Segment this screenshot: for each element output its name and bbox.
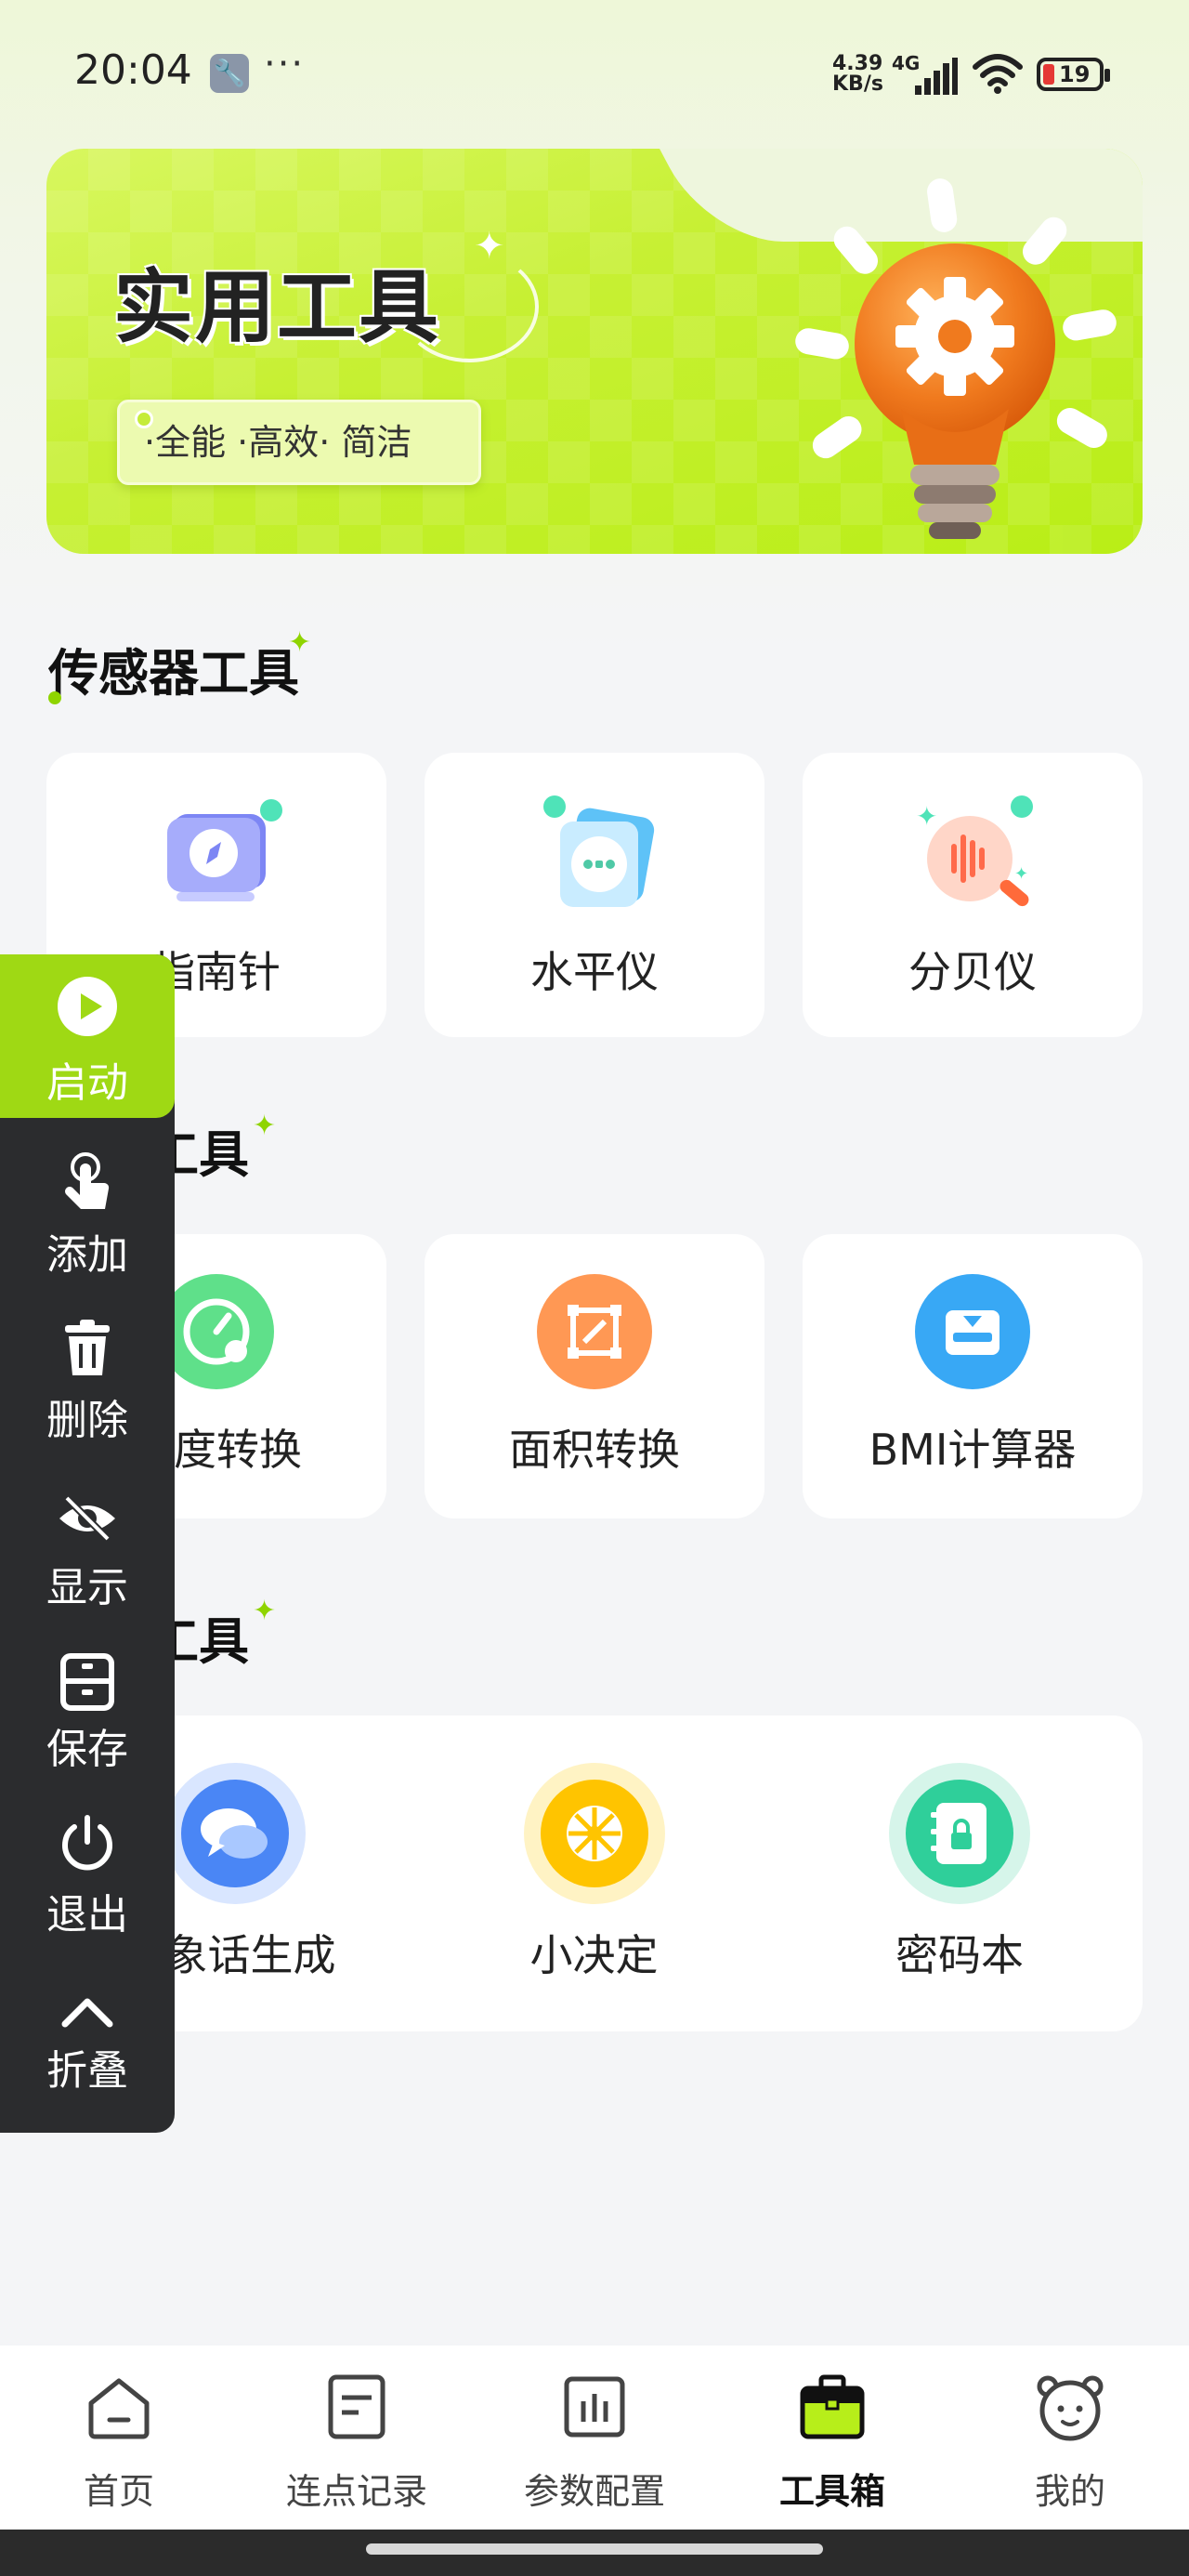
nav-label: 参数配置 xyxy=(523,2471,665,2512)
signal-icon xyxy=(915,58,958,95)
save-button[interactable]: 保存 xyxy=(0,1650,175,1781)
power-icon xyxy=(62,1815,112,1871)
sparkle-icon: ✦ xyxy=(474,225,505,268)
compass-icon xyxy=(167,799,282,901)
tool-label: 水平仪 xyxy=(530,947,659,997)
chip-dot xyxy=(135,410,153,428)
tool-label: 面积转换 xyxy=(509,1425,680,1475)
section-title-sensor: 传感器工具 xyxy=(48,644,299,703)
speed-value: 4.39 xyxy=(832,52,883,75)
delete-button[interactable]: 删除 xyxy=(0,1316,175,1446)
notebook-lock-icon xyxy=(889,1763,1030,1904)
status-bar: 20:04 🔧 ··· 4.39 KB/s 4G 19 xyxy=(0,0,1189,149)
wifi-icon xyxy=(973,54,1023,94)
banner-tagline: ·全能 ·高效· 简洁 xyxy=(117,400,481,485)
exit-label: 退出 xyxy=(46,1891,128,1939)
lightbulb-gear-icon xyxy=(795,178,1117,539)
nav-label-active: 工具箱 xyxy=(778,2471,885,2512)
tool-label: BMI计算器 xyxy=(869,1425,1077,1475)
tool-label: 分贝仪 xyxy=(908,947,1037,997)
more-dots: ··· xyxy=(264,43,306,85)
wheel-icon xyxy=(524,1763,665,1904)
tool-label: 小决定 xyxy=(529,1930,659,1980)
start-button[interactable]: 启动 xyxy=(0,954,175,1118)
banner-title: 实用工具 xyxy=(113,261,440,354)
svg-text:✦: ✦ xyxy=(1014,864,1028,884)
start-label: 启动 xyxy=(46,1059,128,1107)
sparkle-icon: ✦ xyxy=(253,1110,277,1142)
add-button[interactable]: 添加 xyxy=(0,1149,175,1294)
delete-label: 删除 xyxy=(46,1397,128,1444)
show-button[interactable]: 显示 xyxy=(0,1487,175,1617)
nav-item-params[interactable]: 参数配置 xyxy=(476,2346,713,2530)
nav-label: 首页 xyxy=(83,2471,154,2512)
nav-item-home[interactable]: 首页 xyxy=(0,2346,238,2530)
level-icon xyxy=(543,795,655,907)
scale-icon xyxy=(915,1274,1030,1389)
hand-pointer-icon xyxy=(65,1152,110,1209)
decibel-icon: ✦ ✦ xyxy=(916,795,1033,907)
tool-card-area[interactable]: 面积转换 xyxy=(425,1234,764,1518)
tool-label: 密码本 xyxy=(895,1930,1024,1980)
toolbox-icon xyxy=(800,2374,865,2439)
bear-face-icon xyxy=(1037,2375,1104,2441)
nav-item-toolbox[interactable]: 工具箱 xyxy=(713,2346,951,2530)
nav-item-mine[interactable]: 我的 xyxy=(951,2346,1189,2530)
save-icon xyxy=(60,1653,114,1711)
bar-chart-icon xyxy=(564,2376,625,2438)
area-icon xyxy=(537,1274,652,1389)
network-speed: 4.39 KB/s xyxy=(832,54,883,95)
tagline-text: ·全能 ·高效· 简洁 xyxy=(144,422,412,463)
nav-label: 连点记录 xyxy=(285,2471,427,2512)
nav-label: 我的 xyxy=(1034,2471,1105,2512)
tools-banner: 实用工具 ✦ ·全能 ·高效· 简洁 xyxy=(46,149,1143,554)
tool-small-decision[interactable]: 小决定 xyxy=(412,1715,777,2031)
section-dot xyxy=(48,691,61,704)
speed-unit: KB/s xyxy=(832,72,883,96)
eye-hidden-icon xyxy=(59,1495,115,1542)
nav-item-click-records[interactable]: 连点记录 xyxy=(238,2346,476,2530)
tool-card-decibel[interactable]: ✦ ✦ 分贝仪 xyxy=(803,753,1143,1037)
tool-password-book[interactable]: 密码本 xyxy=(777,1715,1143,2031)
battery-fill xyxy=(1043,64,1054,85)
home-indicator[interactable] xyxy=(366,2543,823,2555)
battery-level: 19 xyxy=(1059,61,1091,87)
play-icon xyxy=(58,977,117,1036)
collapse-button[interactable]: 折叠 xyxy=(0,1983,175,2113)
svg-text:✦: ✦ xyxy=(916,801,937,832)
chat-icon xyxy=(164,1763,306,1904)
battery-icon: 19 xyxy=(1037,58,1110,91)
other-tools-card: 抽象话生成 小决定 密码本 xyxy=(46,1715,1143,2031)
document-icon xyxy=(328,2374,385,2439)
tool-card-bmi[interactable]: BMI计算器 xyxy=(803,1234,1143,1518)
wrench-icon: 🔧 xyxy=(210,54,249,93)
add-label: 添加 xyxy=(46,1231,128,1279)
home-icon xyxy=(88,2378,150,2439)
status-time: 20:04 xyxy=(74,46,192,94)
exit-button[interactable]: 退出 xyxy=(0,1812,175,1942)
collapse-label: 折叠 xyxy=(46,2047,128,2095)
show-label: 显示 xyxy=(46,1564,128,1611)
save-label: 保存 xyxy=(46,1726,128,1773)
tool-card-level[interactable]: 水平仪 xyxy=(425,753,764,1037)
sparkle-icon: ✦ xyxy=(253,1595,277,1627)
sparkle-icon: ✦ xyxy=(288,626,312,659)
bottom-navigation: 首页 连点记录 参数配置 工具箱 我的 xyxy=(0,2346,1189,2530)
trash-icon xyxy=(65,1320,110,1375)
